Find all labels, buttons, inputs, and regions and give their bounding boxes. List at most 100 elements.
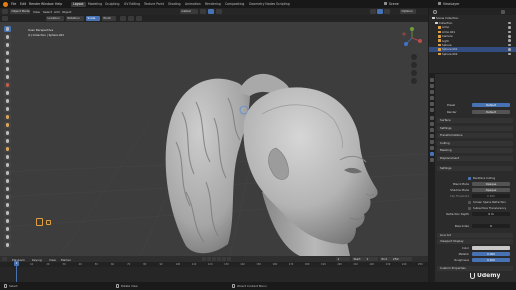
- rotate-brush-icon[interactable]: [4, 194, 11, 200]
- section-surface[interactable]: Surface: [437, 118, 513, 123]
- viewport-shading-material-icon[interactable]: [377, 9, 383, 14]
- material-tab-icon[interactable]: [430, 152, 434, 156]
- timeline-menu-view[interactable]: View: [49, 258, 56, 262]
- outliner-filter-icon[interactable]: [501, 9, 505, 14]
- menu-object[interactable]: Object: [62, 10, 71, 14]
- section-displacement[interactable]: Displacement: [437, 155, 513, 161]
- play-icon[interactable]: [217, 256, 221, 262]
- clip-threshold-field[interactable]: 0.500: [472, 194, 510, 199]
- refraction-depth-field[interactable]: 0 m: [472, 212, 510, 217]
- viewport-shading-solid-icon[interactable]: [370, 9, 376, 14]
- pan-hand-icon[interactable]: [411, 62, 417, 68]
- roughness-field[interactable]: 0.400: [472, 258, 510, 263]
- workspace-tab-modeling[interactable]: Modeling: [86, 2, 104, 7]
- outliner-search-icon[interactable]: [433, 9, 437, 14]
- render-selector[interactable]: Default: [472, 110, 510, 115]
- modifier-tab-icon[interactable]: [430, 122, 434, 126]
- rotation-toggle[interactable]: Rotation: [66, 16, 84, 21]
- workspace-tab-texture-paint[interactable]: Texture Paint: [142, 2, 166, 7]
- prev-keyframe-icon[interactable]: [207, 256, 211, 262]
- physics-tab-icon[interactable]: [430, 134, 434, 138]
- scale-toggle[interactable]: Scale: [86, 16, 100, 21]
- workspace-tab-compositing[interactable]: Compositing: [223, 2, 246, 7]
- render-tab-icon[interactable]: [430, 84, 434, 88]
- section-settings[interactable]: Settings: [437, 166, 513, 171]
- box-mask-icon[interactable]: [4, 242, 11, 248]
- end-frame-field[interactable]: End 250: [380, 256, 412, 262]
- transform-affect-icon[interactable]: [136, 16, 142, 21]
- current-frame-field[interactable]: 1: [336, 256, 350, 262]
- visibility-eye-icon[interactable]: [508, 48, 511, 51]
- hand-widget-icon[interactable]: [36, 218, 43, 226]
- inflate-brush-icon[interactable]: [4, 74, 11, 80]
- scene-tab-icon[interactable]: [430, 102, 434, 106]
- workspace-tab-geometry-nodes[interactable]: Geometry Nodes: [247, 2, 277, 7]
- pivot-selector[interactable]: Pivot: [102, 16, 116, 21]
- menu-select[interactable]: Select: [43, 10, 52, 14]
- backface-culling-checkbox[interactable]: [468, 177, 471, 180]
- viewport-shading-rendered-icon[interactable]: [384, 9, 390, 14]
- snap-settings-icon[interactable]: [120, 16, 126, 21]
- section-viewport-display[interactable]: Viewport Display: [437, 239, 513, 244]
- section-settings[interactable]: Settings: [437, 125, 513, 131]
- layer-brush-icon[interactable]: [4, 66, 11, 72]
- menu-file[interactable]: File: [11, 2, 16, 6]
- slide-relax-brush-icon[interactable]: [4, 202, 11, 208]
- draw-brush-icon[interactable]: [4, 26, 11, 32]
- workspace-tab-layout[interactable]: Layout: [71, 1, 86, 7]
- nudge-brush-icon[interactable]: [4, 186, 11, 192]
- menu-view[interactable]: View: [33, 10, 40, 14]
- options-button[interactable]: Options: [400, 9, 416, 14]
- simplify-brush-icon[interactable]: [4, 226, 11, 232]
- pivot-point-icon[interactable]: [200, 9, 206, 14]
- workspace-tab-shading[interactable]: Shading: [166, 2, 183, 7]
- transform-orientation-selector[interactable]: Global: [180, 9, 198, 14]
- start-frame-field[interactable]: Start 1: [352, 256, 378, 262]
- grid-view-icon[interactable]: [411, 78, 417, 84]
- visibility-eye-icon[interactable]: [508, 26, 511, 29]
- scrape-brush-icon[interactable]: [4, 122, 11, 128]
- pass-index-field[interactable]: 0: [472, 224, 510, 229]
- visibility-eye-icon[interactable]: [508, 52, 511, 56]
- flatten-brush-icon[interactable]: [4, 106, 11, 112]
- shadow-mode-selector[interactable]: Opaque: [472, 188, 510, 193]
- pose-brush-icon[interactable]: [4, 178, 11, 184]
- blob-brush-icon[interactable]: [4, 82, 11, 88]
- zoom-icon[interactable]: [411, 54, 417, 60]
- camera-view-icon[interactable]: [411, 70, 417, 76]
- next-keyframe-icon[interactable]: [222, 256, 226, 262]
- navigation-gizmo[interactable]: [400, 26, 424, 50]
- tool-tab-icon[interactable]: [430, 78, 434, 82]
- play-reverse-icon[interactable]: [212, 256, 216, 262]
- menu-add[interactable]: Add: [54, 10, 60, 14]
- color-swatch[interactable]: [472, 246, 510, 251]
- mask-brush-icon[interactable]: [4, 234, 11, 240]
- visibility-eye-icon[interactable]: [508, 39, 511, 42]
- visibility-eye-icon[interactable]: [508, 43, 511, 47]
- view-layer-selector[interactable]: ViewLayer: [443, 2, 459, 6]
- cloth-brush-icon[interactable]: [4, 218, 11, 224]
- outliner-row[interactable]: Sphere.002: [429, 52, 516, 56]
- workspace-tab-uv-editing[interactable]: UV Editing: [122, 2, 142, 7]
- draw-sharp-brush-icon[interactable]: [4, 34, 11, 40]
- timeline-menu-keying[interactable]: Keying: [32, 258, 42, 262]
- workspace-tab-scripting[interactable]: Scripting: [274, 2, 292, 7]
- jump-start-icon[interactable]: [202, 256, 206, 262]
- editor-type-icon[interactable]: [2, 9, 8, 14]
- outliner-scene-collection[interactable]: Scene Collection: [429, 16, 516, 20]
- visibility-eye-icon[interactable]: [508, 21, 511, 25]
- visibility-eye-icon[interactable]: [508, 30, 511, 34]
- snap-toggle-icon[interactable]: [208, 9, 214, 14]
- menu-window[interactable]: Window: [41, 2, 54, 6]
- elastic-deform-brush-icon[interactable]: [4, 154, 11, 160]
- fill-brush-icon[interactable]: [4, 114, 11, 120]
- section-line-art[interactable]: Line Art: [437, 233, 513, 238]
- workspace-tab-sculpting[interactable]: Sculpting: [103, 2, 121, 7]
- clay-thumb-brush-icon[interactable]: [4, 58, 11, 64]
- boundary-brush-icon[interactable]: [4, 210, 11, 216]
- snake-hook-brush-icon[interactable]: [4, 162, 11, 168]
- subsurface-translucency-checkbox[interactable]: [468, 207, 471, 210]
- section-transformations[interactable]: Transformations: [437, 133, 513, 138]
- workspace-tab-animation[interactable]: Animation: [183, 2, 203, 7]
- particles-tab-icon[interactable]: [430, 128, 434, 132]
